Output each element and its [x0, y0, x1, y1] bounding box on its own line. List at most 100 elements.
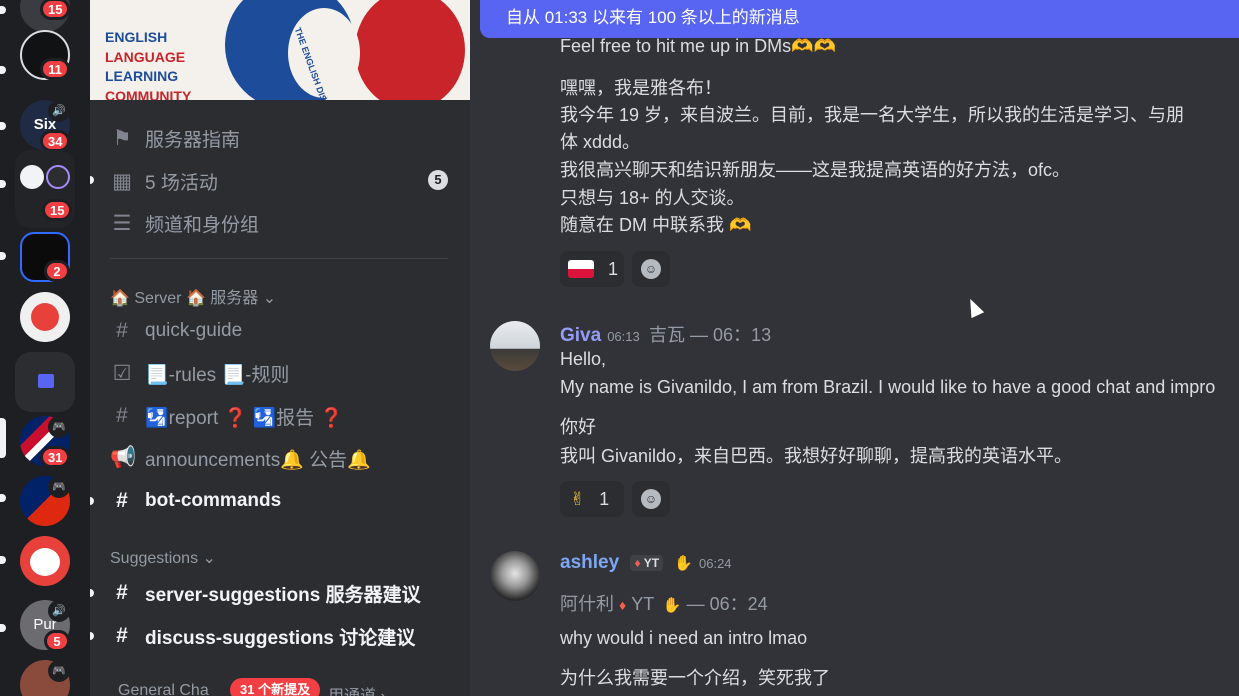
channel-sidebar: THE ENGLISH DISCORD SERVER ENGLISH LANGU… — [90, 0, 470, 696]
hashtag-icon: # — [116, 624, 128, 647]
server-rail: 15 11 Six 🔊 34 15 2 🎮 31 🎮 Pur 🔊 5 🎮 — [0, 0, 90, 696]
reaction-victory[interactable]: ✌ 1 — [560, 481, 624, 517]
message-line: 我今年 19 岁，来自波兰。目前，我是一名大学生，所以我的生活是学习、与朋 — [560, 105, 1185, 125]
mention-badge: 15 — [42, 199, 73, 221]
hashtag-icon: # — [116, 581, 128, 604]
timestamp-translated: — 06：24 — [686, 594, 768, 614]
channel-label: bot-commands — [145, 490, 282, 511]
category-suggestions[interactable]: Suggestions ⌄ — [110, 548, 216, 568]
server-folder[interactable] — [15, 352, 75, 412]
channel-label: announcements🔔 公告🔔 — [145, 449, 371, 471]
avatar[interactable] — [490, 551, 540, 601]
handshake-icon: ✋ — [662, 597, 682, 614]
message-author[interactable]: ashley ♦ YT ✋ 06:24 — [560, 552, 732, 574]
unread-pip — [90, 632, 94, 640]
author-name[interactable]: ashley — [560, 552, 619, 573]
mention-badge: 34 — [40, 130, 71, 152]
mention-badge: 15 — [40, 0, 71, 20]
voice-speaker-icon: 🔊 — [48, 600, 70, 622]
events[interactable]: ▦ 5 场活动 — [110, 163, 218, 199]
calendar-icon: ▦ — [112, 169, 132, 193]
unread-pip — [90, 589, 94, 597]
reaction-count: 1 — [608, 258, 619, 279]
server-tag-translated: YT — [631, 594, 654, 614]
message-line: 嘿嘿，我是雅各布！ — [560, 78, 722, 98]
avatar[interactable] — [490, 321, 540, 371]
channels-roles-label: 频道和身份组 — [145, 214, 260, 236]
handshake-icon: ✋ — [674, 555, 693, 572]
megaphone-icon: 📢 — [110, 446, 137, 469]
hashtag-icon: # — [116, 404, 128, 427]
author-name[interactable]: Giva — [560, 325, 601, 346]
smiley-icon: ☺ — [641, 259, 661, 279]
server-icon-anime-face — [30, 548, 60, 576]
server-banner[interactable]: THE ENGLISH DISCORD SERVER ENGLISH LANGU… — [90, 0, 470, 100]
channel-quick-guide[interactable]: # quick-guide — [110, 313, 242, 349]
server-tag-label: YT — [643, 555, 660, 570]
channel-label: 📃-rules 📃-规则 — [145, 364, 290, 386]
channel-discuss-suggestions[interactable]: # discuss-suggestions 讨论建议 — [110, 618, 415, 654]
banner-logo-ring — [288, 8, 360, 98]
voice-speaker-icon: 🔊 — [48, 100, 70, 122]
message-line: My name is Givanildo, I am from Brazil. … — [560, 377, 1216, 397]
channel-rules[interactable]: ☑ 📃-rules 📃-规则 — [110, 355, 290, 391]
message-line: Feel free to hit me up in DMs🫶🫶 — [560, 36, 836, 56]
channel-server-suggestions[interactable]: # server-suggestions 服务器建议 — [110, 575, 421, 611]
message-timestamp: 06:24 — [699, 556, 732, 571]
channel-label: 🛂report ❓ 🛂报告 ❓ — [145, 407, 344, 429]
server-icon-4b[interactable] — [46, 165, 70, 189]
message-line: why would i need an intro lmao — [560, 628, 808, 648]
unread-pip — [0, 556, 6, 564]
mouse-cursor-icon — [963, 295, 985, 319]
unread-pip — [0, 6, 6, 14]
events-label: 5 场活动 — [145, 172, 218, 194]
channels-roles-icon: ☰ — [112, 211, 132, 235]
unread-pip — [0, 66, 6, 74]
new-messages-bar[interactable]: 自从 01:33 以来有 100 条以上的新消息 — [480, 0, 1239, 38]
message-timestamp: 06:13 — [607, 329, 640, 344]
message-line: 你好 — [560, 417, 596, 437]
author-translated-line: 阿什利 ♦ YT ✋ — 06：24 — [560, 590, 768, 616]
hashtag-icon: # — [116, 489, 128, 512]
category-general-rest: 用通道 › — [328, 682, 386, 696]
channel-report[interactable]: # 🛂report ❓ 🛂报告 ❓ — [110, 398, 343, 434]
message-line: 我叫 Givanildo，来自巴西。我想好好聊聊，提高我的英语水平。 — [560, 446, 1073, 466]
channel-label: discuss-suggestions 讨论建议 — [145, 627, 416, 649]
new-mentions-pill[interactable]: 31 个新提及 — [230, 678, 321, 696]
mention-badge: 5 — [44, 630, 70, 652]
gamepad-icon: 🎮 — [48, 416, 70, 438]
channel-label: server-suggestions 服务器建议 — [145, 584, 421, 606]
server-icon-4a[interactable] — [20, 165, 44, 189]
add-reaction-button[interactable]: ☺ — [632, 251, 670, 287]
banner-logo-red — [355, 0, 465, 100]
category-general[interactable]: General Cha — [118, 682, 209, 696]
banner-title: ENGLISH LANGUAGE LEARNING COMMUNITY — [105, 29, 192, 100]
author-translated: 吉瓦 — 06：13 — [649, 325, 772, 345]
reaction-count: 1 — [599, 488, 610, 509]
category-server[interactable]: 🏠 Server 🏠 服务器 ⌄ — [110, 284, 276, 308]
server-guide-label: 服务器指南 — [145, 129, 241, 151]
unread-pip — [0, 252, 6, 260]
server-guide[interactable]: ⚑ 服务器指南 — [110, 120, 240, 156]
channel-bot-commands[interactable]: # bot-commands — [110, 483, 281, 519]
victory-hand-icon: ✌ — [570, 488, 586, 509]
unread-pip — [90, 497, 94, 505]
smiley-icon: ☺ — [641, 489, 661, 509]
message-line: 为什么我需要一个介绍，笑死我了 — [560, 668, 830, 688]
channels-and-roles[interactable]: ☰ 频道和身份组 — [110, 205, 259, 241]
mention-badge: 2 — [44, 260, 70, 282]
unread-pip — [0, 122, 6, 130]
unread-pip — [90, 176, 94, 184]
server-tag: ♦ YT — [630, 554, 664, 571]
sidebar-divider — [110, 258, 448, 259]
message-line: 我很高兴聊天和结识新朋友——这是我提高英语的好方法，ofc。 — [560, 160, 1071, 180]
signpost-icon: ⚑ — [112, 126, 132, 150]
reaction-poland-flag[interactable]: 1 — [560, 251, 624, 287]
add-reaction-button[interactable]: ☺ — [632, 481, 670, 517]
channel-announcements[interactable]: 📢 announcements🔔 公告🔔 — [110, 440, 371, 476]
message-author[interactable]: Giva 06:13 吉瓦 — 06：13 — [560, 321, 771, 347]
hashtag-icon: # — [116, 319, 128, 342]
folder-icon — [38, 374, 54, 388]
mention-badge: 11 — [40, 58, 70, 80]
chat-area: Feel free to hit me up in DMs🫶🫶 自从 01:33… — [470, 0, 1239, 696]
